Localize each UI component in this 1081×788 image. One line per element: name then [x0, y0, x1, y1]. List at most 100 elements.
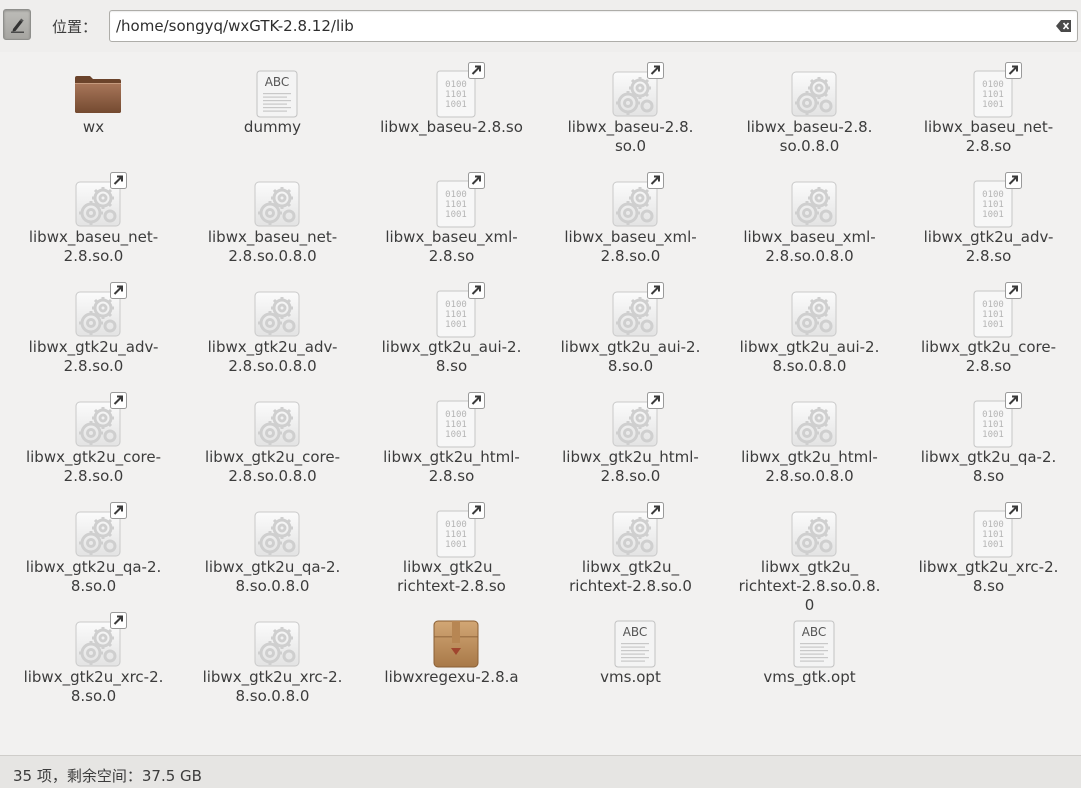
svg-text:1001: 1001 — [982, 210, 1004, 220]
symlink-badge-icon — [468, 392, 485, 409]
svg-text:ABC: ABC — [265, 75, 290, 89]
file-item[interactable]: ABC dummy — [183, 60, 362, 170]
symlink-badge-icon — [1005, 392, 1022, 409]
file-item[interactable]: 0100 1101 1001 libwx_gtk2u_core- 2.8.so — [899, 280, 1078, 390]
edit-location-button[interactable] — [3, 9, 31, 40]
svg-text:ABC: ABC — [623, 625, 648, 639]
archive-icon — [430, 618, 482, 670]
file-name-label: libwx_baseu-2.8.so — [380, 118, 523, 136]
shared-library-icon — [609, 392, 664, 450]
file-name-label: libwx_gtk2u_qa-2. 8.so — [920, 448, 1057, 485]
file-name-label: libwx_gtk2u_qa-2. 8.so.0.8.0 — [204, 558, 341, 595]
svg-text:0100: 0100 — [445, 410, 467, 420]
file-item[interactable]: libwx_baseu_net- 2.8.so.0.8.0 — [183, 170, 362, 280]
file-item[interactable]: libwx_gtk2u_aui-2. 8.so.0 — [541, 280, 720, 390]
svg-text:1101: 1101 — [982, 90, 1004, 100]
file-item[interactable]: libwx_gtk2u_aui-2. 8.so.0.8.0 — [720, 280, 899, 390]
symlink-badge-icon — [110, 612, 127, 629]
binary-file-icon: 0100 1101 1001 — [967, 282, 1022, 340]
shared-library-icon — [72, 502, 127, 560]
svg-text:1001: 1001 — [445, 210, 467, 220]
svg-text:1101: 1101 — [445, 90, 467, 100]
shared-library-icon — [609, 502, 664, 560]
file-item[interactable]: libwx_gtk2u_ richtext-2.8.so.0 — [541, 500, 720, 610]
file-name-label: libwx_gtk2u_xrc-2. 8.so.0.8.0 — [202, 668, 343, 705]
file-item[interactable]: 0100 1101 1001 libwx_baseu-2.8.so — [362, 60, 541, 170]
binary-file-icon: 0100 1101 1001 — [430, 502, 485, 560]
symlink-badge-icon — [1005, 502, 1022, 519]
file-item[interactable]: libwx_gtk2u_core- 2.8.so.0 — [4, 390, 183, 500]
file-item[interactable]: 0100 1101 1001 libwx_gtk2u_html- 2.8.so — [362, 390, 541, 500]
file-item[interactable]: 0100 1101 1001 libwx_baseu_xml- 2.8.so — [362, 170, 541, 280]
file-item[interactable]: libwx_baseu-2.8. so.0 — [541, 60, 720, 170]
file-item[interactable]: libwx_gtk2u_xrc-2. 8.so.0.8.0 — [183, 610, 362, 720]
file-item[interactable]: 0100 1101 1001 libwx_gtk2u_aui-2. 8.so — [362, 280, 541, 390]
file-name-label: libwx_gtk2u_core- 2.8.so.0 — [25, 448, 162, 485]
file-name-label: libwx_gtk2u_ richtext-2.8.so.0 — [569, 558, 692, 595]
file-name-label: libwx_baseu_net- 2.8.so — [923, 118, 1054, 155]
file-item[interactable]: 0100 1101 1001 libwx_baseu_net- 2.8.so — [899, 60, 1078, 170]
svg-text:0100: 0100 — [445, 300, 467, 310]
binary-file-icon: 0100 1101 1001 — [967, 62, 1022, 120]
shared-library-icon — [609, 282, 664, 340]
text-file-icon: ABC — [609, 618, 661, 670]
file-item[interactable]: libwx_gtk2u_qa-2. 8.so.0.8.0 — [183, 500, 362, 610]
symlink-badge-icon — [468, 62, 485, 79]
file-item[interactable]: libwxregexu-2.8.a — [362, 610, 541, 720]
file-name-label: libwx_baseu_net- 2.8.so.0.8.0 — [207, 228, 338, 265]
file-item[interactable]: libwx_gtk2u_html- 2.8.so.0 — [541, 390, 720, 500]
symlink-badge-icon — [110, 282, 127, 299]
location-label: 位置： — [52, 18, 98, 36]
svg-text:0100: 0100 — [982, 190, 1004, 200]
file-item[interactable]: libwx_baseu_net- 2.8.so.0 — [4, 170, 183, 280]
file-name-label: libwx_baseu_xml- 2.8.so — [385, 228, 518, 265]
file-name-label: libwx_gtk2u_html- 2.8.so.0.8.0 — [741, 448, 878, 485]
symlink-badge-icon — [647, 502, 664, 519]
file-name-label: libwx_gtk2u_html- 2.8.so.0 — [562, 448, 699, 485]
file-name-label: libwx_gtk2u_html- 2.8.so — [383, 448, 520, 485]
clear-entry-icon[interactable] — [1056, 20, 1072, 32]
shared-library-icon — [609, 172, 664, 230]
file-item[interactable]: libwx_gtk2u_adv- 2.8.so.0.8.0 — [183, 280, 362, 390]
file-item[interactable]: wx — [4, 60, 183, 170]
file-item[interactable]: libwx_gtk2u_ richtext-2.8.so.0.8. 0 — [720, 500, 899, 614]
file-item[interactable]: libwx_baseu-2.8. so.0.8.0 — [720, 60, 899, 170]
symlink-badge-icon — [468, 282, 485, 299]
file-item[interactable]: ABC vms_gtk.opt — [720, 610, 899, 720]
symlink-badge-icon — [647, 172, 664, 189]
file-name-label: libwx_baseu-2.8. so.0 — [567, 118, 694, 155]
svg-text:1001: 1001 — [982, 430, 1004, 440]
shared-library-icon — [251, 288, 303, 340]
file-item[interactable]: libwx_baseu_xml- 2.8.so.0 — [541, 170, 720, 280]
svg-text:1101: 1101 — [982, 310, 1004, 320]
file-item[interactable]: libwx_gtk2u_core- 2.8.so.0.8.0 — [183, 390, 362, 500]
file-item[interactable]: libwx_gtk2u_html- 2.8.so.0.8.0 — [720, 390, 899, 500]
file-icon-view[interactable]: wx ABC dummy 0100 1101 1001 libwx_baseu-2.8.so… — [0, 52, 1081, 755]
location-path-input[interactable]: /home/songyq/wxGTK-2.8.12/lib — [109, 10, 1078, 42]
file-item[interactable]: libwx_gtk2u_adv- 2.8.so.0 — [4, 280, 183, 390]
file-name-label: libwx_gtk2u_ richtext-2.8.so — [397, 558, 506, 595]
file-item[interactable]: ABC vms.opt — [541, 610, 720, 720]
pencil-icon — [11, 18, 24, 33]
file-name-label: libwx_gtk2u_aui-2. 8.so.0.8.0 — [739, 338, 880, 375]
svg-text:0100: 0100 — [445, 190, 467, 200]
file-name-label: libwx_gtk2u_core- 2.8.so.0.8.0 — [204, 448, 341, 485]
file-name-label: vms_gtk.opt — [763, 668, 856, 686]
file-name-label: vms.opt — [600, 668, 661, 686]
file-item[interactable]: libwx_gtk2u_qa-2. 8.so.0 — [4, 500, 183, 610]
shared-library-icon — [609, 62, 664, 120]
svg-text:0100: 0100 — [982, 80, 1004, 90]
file-item[interactable]: 0100 1101 1001 libwx_gtk2u_ richtext-2.8.so — [362, 500, 541, 610]
shared-library-icon — [788, 398, 840, 450]
file-item[interactable]: 0100 1101 1001 libwx_gtk2u_xrc-2. 8.so — [899, 500, 1078, 610]
file-item[interactable]: libwx_gtk2u_xrc-2. 8.so.0 — [4, 610, 183, 720]
file-name-label: libwx_gtk2u_qa-2. 8.so.0 — [25, 558, 162, 595]
file-item[interactable]: libwx_baseu_xml- 2.8.so.0.8.0 — [720, 170, 899, 280]
symlink-badge-icon — [1005, 172, 1022, 189]
svg-text:1101: 1101 — [445, 420, 467, 430]
svg-text:1101: 1101 — [445, 310, 467, 320]
file-item[interactable]: 0100 1101 1001 libwx_gtk2u_qa-2. 8.so — [899, 390, 1078, 500]
file-item[interactable]: 0100 1101 1001 libwx_gtk2u_adv- 2.8.so — [899, 170, 1078, 280]
file-name-label: libwx_gtk2u_adv- 2.8.so.0 — [28, 338, 159, 375]
svg-text:0100: 0100 — [982, 410, 1004, 420]
